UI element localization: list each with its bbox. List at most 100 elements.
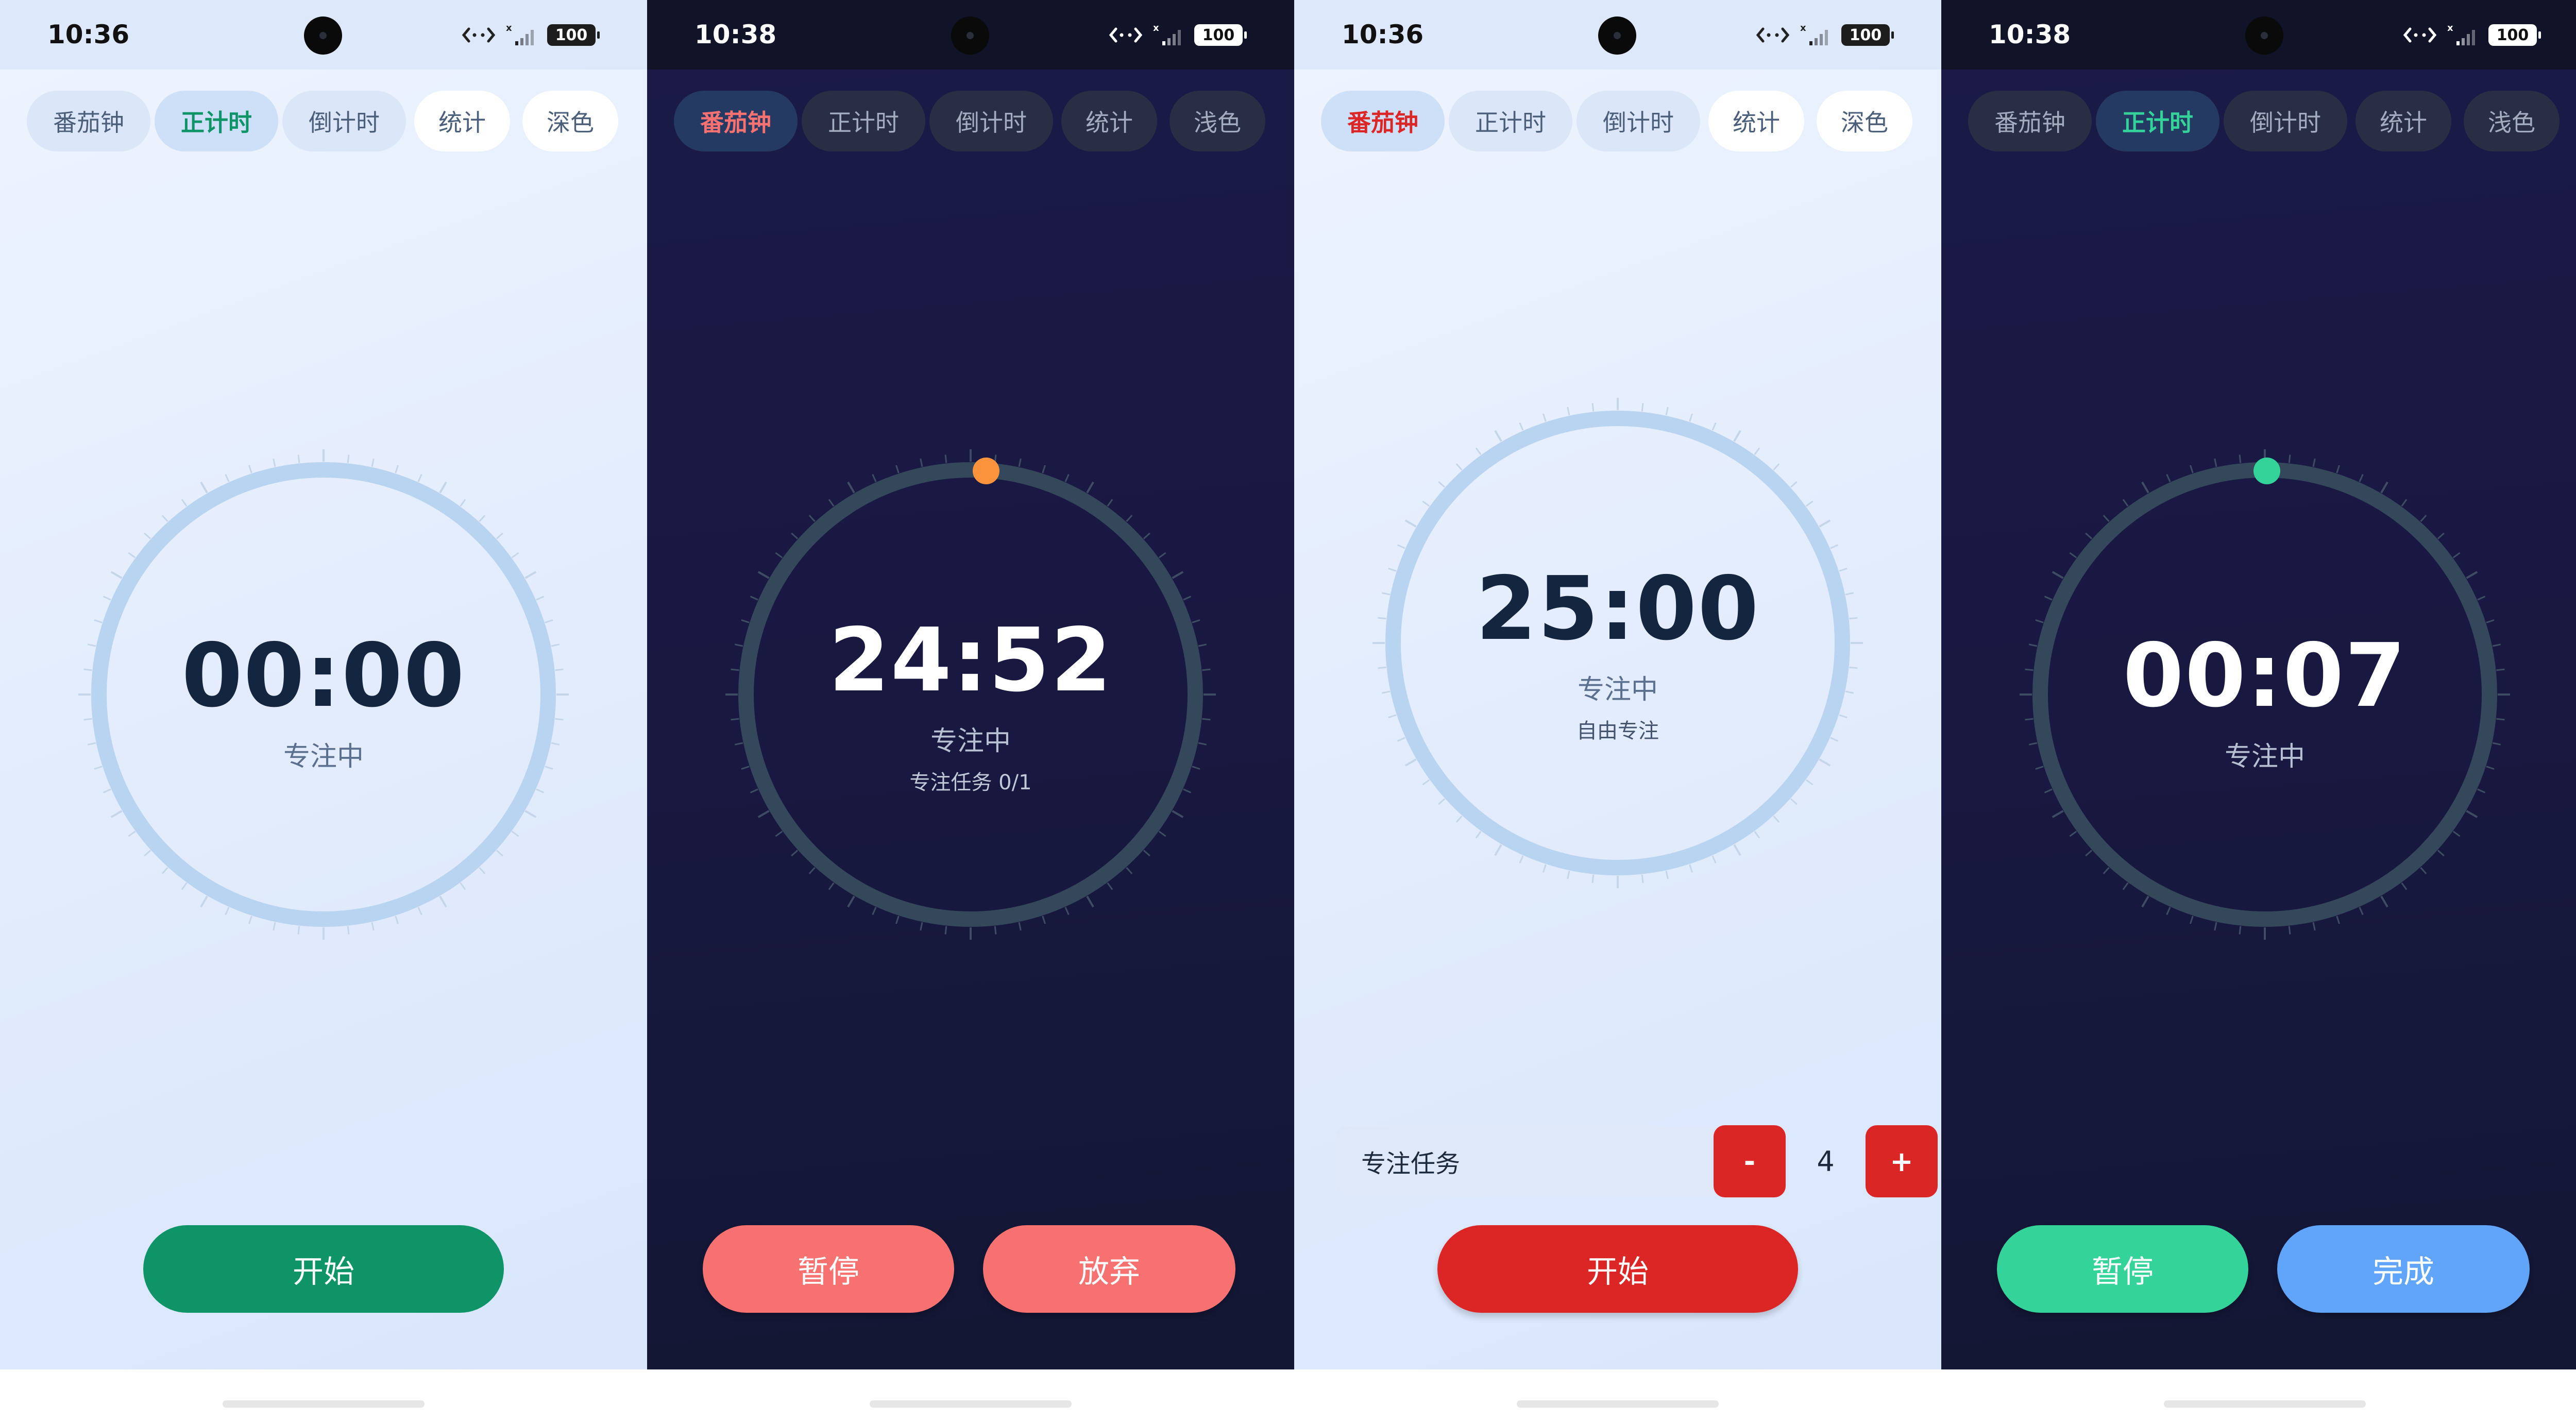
dial-tick (847, 481, 855, 494)
dial-tick (872, 473, 877, 482)
tab-stats[interactable]: 统计 (414, 91, 510, 151)
tab-countdown[interactable]: 倒计时 (2224, 91, 2347, 151)
camera-icon (2245, 16, 2283, 55)
dial-tick (1689, 864, 1693, 873)
dial-tick (944, 926, 947, 935)
tab-theme[interactable]: 浅色 (1170, 91, 1265, 151)
task-count: 4 (1817, 1145, 1835, 1178)
dial-tick (1805, 500, 1814, 507)
dial-tick (496, 532, 503, 539)
status-bar: 10:38 x 100 (1941, 0, 2576, 70)
tab-countdown[interactable]: 倒计时 (929, 91, 1053, 151)
dial-tick (2477, 596, 2486, 601)
dial-tick (2214, 922, 2217, 931)
dial-tick (200, 895, 208, 908)
dial-tick (1665, 870, 1669, 879)
tab-theme[interactable]: 深色 (1817, 91, 1912, 151)
dial-tick (1567, 870, 1570, 879)
tab-stopwatch[interactable]: 正计时 (2096, 91, 2219, 151)
dial-tick (347, 926, 350, 935)
tab-stopwatch[interactable]: 正计时 (155, 91, 278, 151)
tab-pomodoro[interactable]: 番茄钟 (1968, 91, 2092, 151)
system-nav (647, 1369, 1294, 1422)
dial-tick (1042, 916, 1046, 924)
dial-tick (1126, 867, 1133, 874)
tab-theme[interactable]: 深色 (522, 91, 618, 151)
dial-tick (2103, 867, 2110, 874)
dial-tick (1641, 403, 1644, 412)
dial-tick (248, 465, 252, 473)
home-indicator[interactable] (870, 1400, 1072, 1408)
dial-tick (1830, 544, 1839, 549)
mode-tabs: 番茄钟 正计时 倒计时 统计 深色 (27, 91, 624, 151)
status-time: 10:36 (47, 20, 130, 49)
dial-tick (828, 499, 835, 507)
dial-tick (144, 850, 151, 857)
abandon-button[interactable]: 放弃 (983, 1225, 1235, 1313)
status-icons: x 100 (1109, 22, 1247, 48)
tab-theme[interactable]: 浅色 (2464, 91, 2560, 151)
dial-tick (775, 831, 783, 837)
dial-tick (757, 810, 770, 818)
battery-icon: 100 (1841, 24, 1894, 46)
dial-tick (2085, 850, 2093, 857)
dial-tick (2189, 465, 2194, 473)
mode-tabs: 番茄钟 正计时 倒计时 统计 浅色 (674, 91, 1272, 151)
timer-display: 24:52 (828, 610, 1113, 712)
dial-tick (808, 515, 816, 522)
tab-countdown[interactable]: 倒计时 (282, 91, 406, 151)
tab-stopwatch[interactable]: 正计时 (802, 91, 925, 151)
decrement-button[interactable]: - (1714, 1125, 1786, 1197)
progress-knob[interactable] (2253, 458, 2280, 484)
tab-countdown[interactable]: 倒计时 (1577, 91, 1700, 151)
dial-tick (2141, 895, 2149, 908)
finish-button[interactable]: 完成 (2277, 1225, 2530, 1313)
dial-tick (128, 552, 136, 558)
pause-button[interactable]: 暂停 (703, 1225, 954, 1313)
dial-tick (2288, 454, 2291, 463)
dial-tick (103, 788, 111, 793)
increment-button[interactable]: + (1866, 1125, 1938, 1197)
screen-light-stopwatch: 10:36 x 100 番茄钟 正计时 倒计时 统计 深色 00:00 专注中 … (0, 0, 647, 1422)
tab-pomodoro[interactable]: 番茄钟 (1321, 91, 1445, 151)
pause-button[interactable]: 暂停 (1997, 1225, 2248, 1313)
dial-tick (371, 458, 375, 467)
start-button[interactable]: 开始 (1437, 1225, 1798, 1313)
tab-stats[interactable]: 统计 (2355, 91, 2451, 151)
camera-icon (951, 16, 989, 55)
progress-knob[interactable] (973, 458, 999, 484)
dial-tick (2103, 515, 2110, 522)
home-indicator[interactable] (223, 1400, 425, 1408)
dial-tick (1773, 463, 1780, 471)
tab-stats[interactable]: 统计 (1061, 91, 1157, 151)
dial-tick (2437, 850, 2445, 857)
focus-mode-label: 自由专注 (1577, 719, 1659, 743)
dial-tick (2336, 465, 2341, 473)
dial-tick (1422, 779, 1430, 786)
data-transfer-icon (2403, 24, 2437, 46)
dial-tick (1064, 907, 1070, 916)
dial-tick (248, 916, 252, 924)
dial-tick (479, 515, 486, 522)
timer-display: 00:07 (2123, 625, 2407, 727)
status-bar: 10:36 x 100 (0, 0, 647, 70)
dial-tick (2239, 454, 2242, 463)
start-button[interactable]: 开始 (143, 1225, 504, 1313)
dial-tick (524, 571, 537, 579)
tab-pomodoro[interactable]: 番茄钟 (674, 91, 798, 151)
home-indicator[interactable] (2164, 1400, 2366, 1408)
tab-pomodoro[interactable]: 番茄钟 (27, 91, 150, 151)
dial-tick (2466, 810, 2478, 818)
dial-tick (2122, 882, 2129, 890)
svg-text:x: x (1153, 23, 1159, 33)
dial-tick (1754, 447, 1760, 455)
dial-tick (1172, 571, 1184, 579)
dial-tick (2466, 571, 2478, 579)
tab-stopwatch[interactable]: 正计时 (1449, 91, 1572, 151)
home-indicator[interactable] (1517, 1400, 1719, 1408)
task-progress: 专注任务 0/1 (909, 771, 1032, 794)
comparison-stage: 10:36 x 100 番茄钟 正计时 倒计时 统计 深色 00:00 专注中 … (0, 0, 2576, 1422)
tab-stats[interactable]: 统计 (1708, 91, 1804, 151)
system-nav (0, 1369, 647, 1422)
signal-icon: x (1799, 23, 1832, 47)
